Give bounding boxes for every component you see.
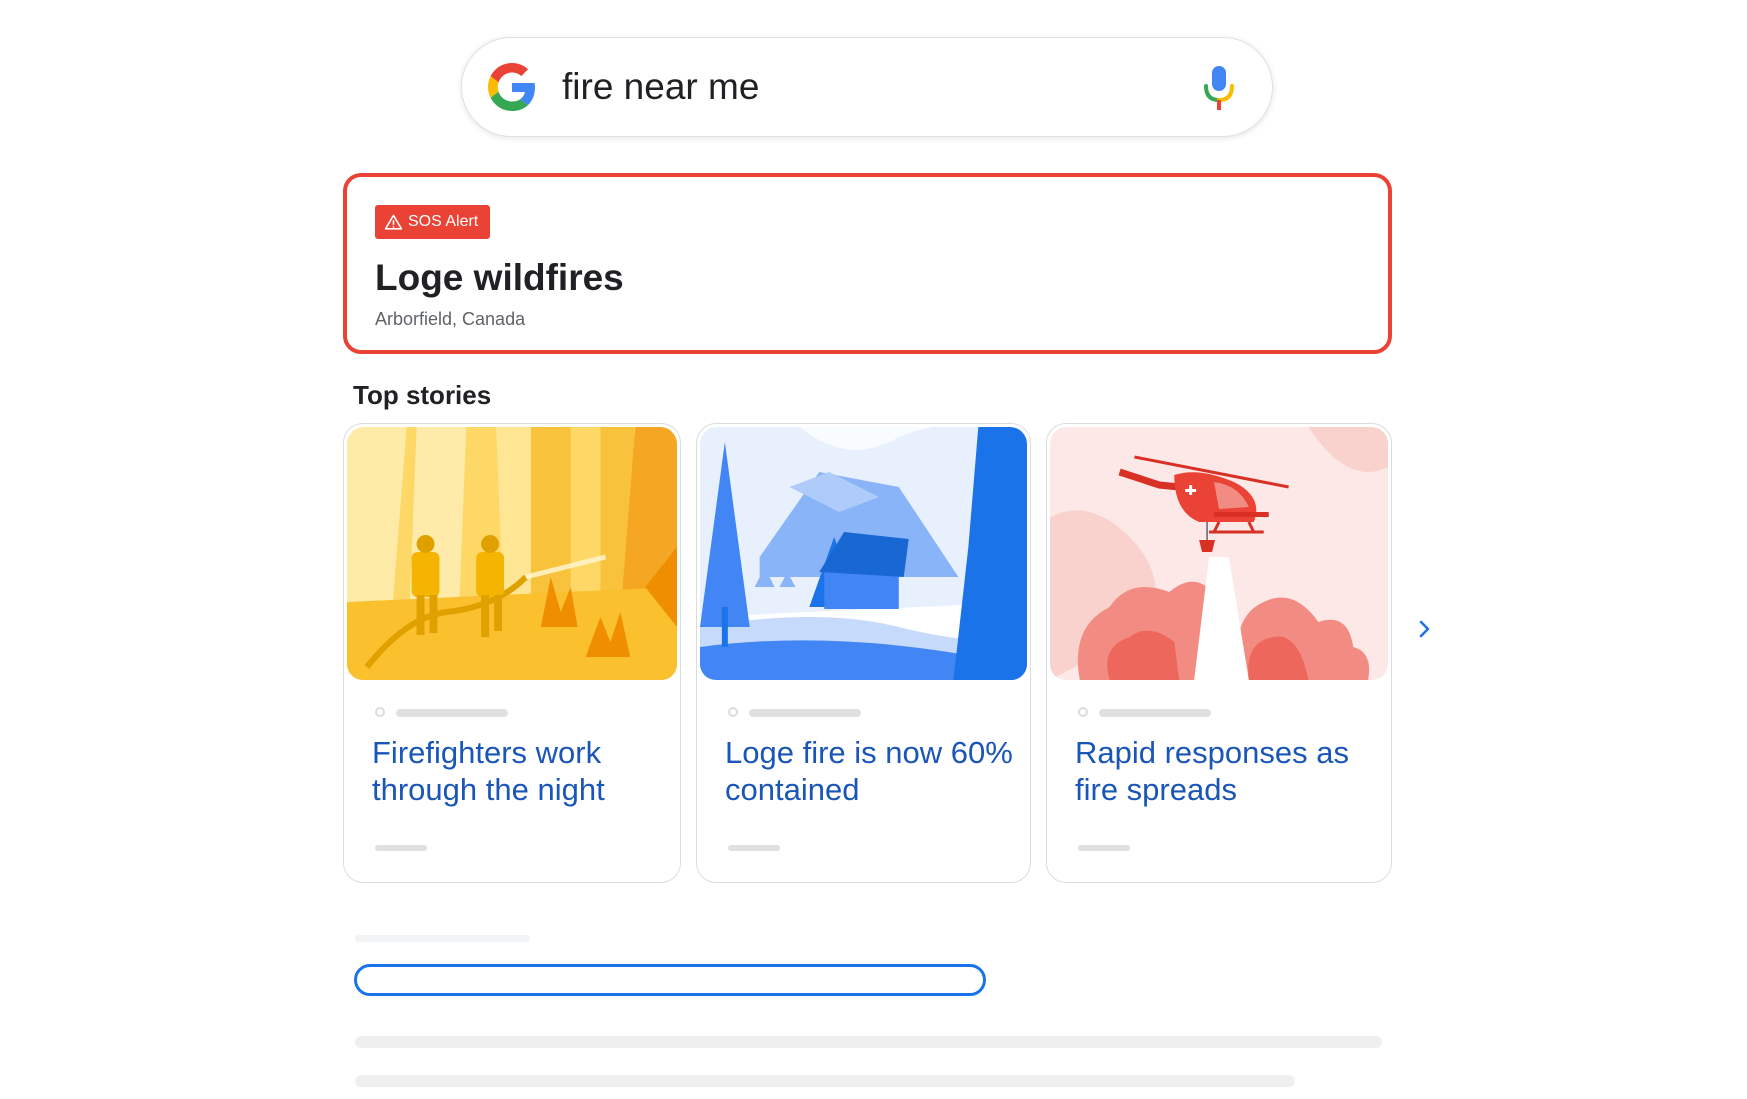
sos-alert-card[interactable]: SOS Alert Loge wildfires Arborfield, Can… [343,173,1392,354]
firefighters-illustration [347,427,677,680]
warning-triangle-icon [384,214,403,230]
story-card-rapid-responses[interactable]: Rapid responses as fire spreads [1046,423,1392,883]
story-meta-placeholder [1078,845,1130,851]
section-label-placeholder [355,935,530,942]
story-card-firefighters[interactable]: Firefighters work through the night [343,423,681,883]
source-name-placeholder [1099,709,1211,717]
microphone-icon[interactable] [1202,64,1236,112]
chevron-right-icon[interactable] [1415,617,1435,641]
result-line-placeholder [355,1036,1382,1048]
source-name-placeholder [396,709,508,717]
story-title[interactable]: Rapid responses as fire spreads [1075,734,1365,808]
alert-location: Arborfield, Canada [375,309,526,329]
search-bar[interactable]: fire near me [461,37,1273,137]
google-g-icon [488,63,535,111]
cabin-forest-illustration [700,427,1027,680]
source-icon [1078,707,1088,717]
top-stories-heading: Top stories [353,380,492,410]
alert-title[interactable]: Loge wildfires [375,257,624,299]
sos-alert-badge: SOS Alert [375,205,491,239]
sos-alert-badge-label: SOS Alert [408,213,479,230]
result-line-placeholder [355,1075,1295,1087]
story-meta-placeholder [375,845,427,851]
story-meta-placeholder [728,845,780,851]
source-name-placeholder [749,709,861,717]
helicopter-illustration [1050,427,1388,680]
story-card-containment[interactable]: Loge fire is now 60% contained [696,423,1031,883]
search-query[interactable]: fire near me [562,62,759,112]
highlighted-result-placeholder[interactable] [354,964,986,996]
source-icon [375,707,385,717]
story-title[interactable]: Loge fire is now 60% contained [725,734,1015,808]
story-title[interactable]: Firefighters work through the night [372,734,662,808]
source-icon [728,707,738,717]
